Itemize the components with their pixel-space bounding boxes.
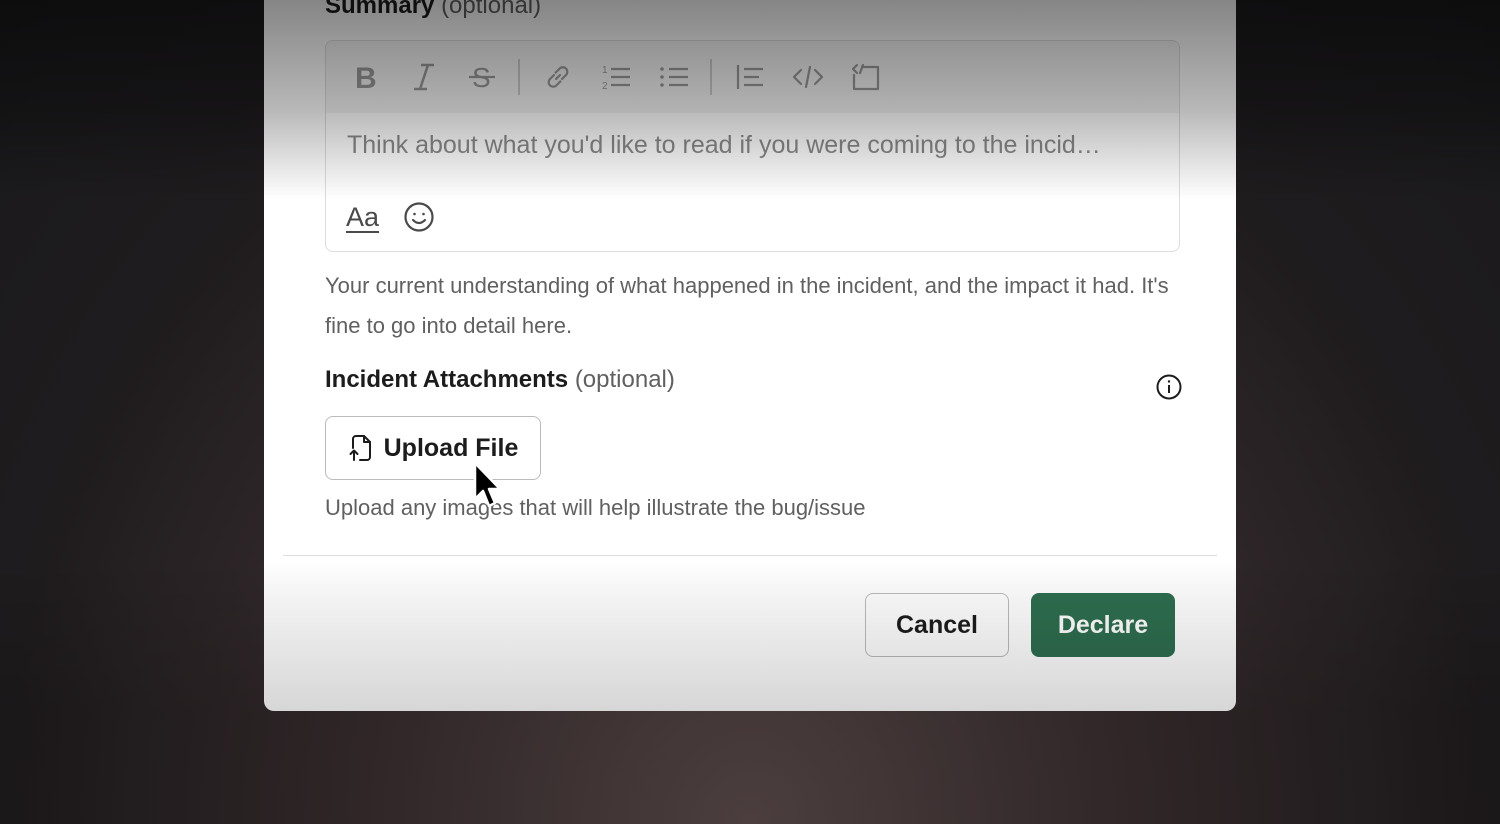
emoji-icon[interactable] bbox=[403, 201, 435, 233]
toolbar-separator bbox=[710, 59, 712, 95]
summary-input[interactable]: Think about what you'd like to read if y… bbox=[347, 131, 1157, 160]
summary-help-text: Your current understanding of what happe… bbox=[325, 273, 1169, 338]
file-upload-icon bbox=[348, 434, 374, 462]
summary-editor[interactable]: B S 12 Think about what you'd like to re… bbox=[325, 40, 1180, 252]
info-icon[interactable] bbox=[1156, 374, 1182, 400]
svg-text:B: B bbox=[355, 62, 377, 92]
toolbar-separator bbox=[518, 59, 520, 95]
ordered-list-icon[interactable]: 12 bbox=[596, 57, 636, 97]
code-block-icon[interactable] bbox=[846, 57, 886, 97]
strikethrough-icon[interactable]: S bbox=[462, 57, 502, 97]
upload-file-button[interactable]: Upload File bbox=[325, 416, 541, 480]
blockquote-icon[interactable] bbox=[730, 57, 770, 97]
attachments-label-text: Incident Attachments bbox=[325, 366, 569, 393]
upload-file-label: Upload File bbox=[383, 433, 519, 462]
summary-optional-text: (optional) bbox=[441, 0, 542, 19]
declare-button[interactable]: Declare bbox=[1031, 593, 1175, 657]
formatting-toolbar: B S 12 bbox=[326, 41, 1179, 113]
link-icon[interactable] bbox=[538, 57, 578, 97]
cancel-button[interactable]: Cancel bbox=[865, 593, 1009, 657]
bullet-list-icon[interactable] bbox=[654, 57, 694, 97]
attachments-help-text: Upload any images that will help illustr… bbox=[325, 495, 866, 520]
declare-incident-modal: Summary (optional) B S 12 Think about wh… bbox=[264, 0, 1236, 711]
text-format-button[interactable]: Aa bbox=[346, 202, 379, 233]
editor-footer: Aa bbox=[346, 201, 435, 233]
footer-divider bbox=[283, 555, 1217, 556]
bold-icon[interactable]: B bbox=[346, 57, 386, 97]
attachments-optional-text: (optional) bbox=[574, 366, 675, 393]
summary-label-text: Summary bbox=[325, 0, 435, 19]
code-icon[interactable] bbox=[788, 57, 828, 97]
italic-icon[interactable] bbox=[404, 57, 444, 97]
svg-text:1: 1 bbox=[602, 65, 608, 76]
attachments-label: Incident Attachments (optional) bbox=[325, 366, 675, 394]
svg-text:2: 2 bbox=[602, 81, 608, 92]
summary-label: Summary (optional) bbox=[325, 0, 541, 20]
